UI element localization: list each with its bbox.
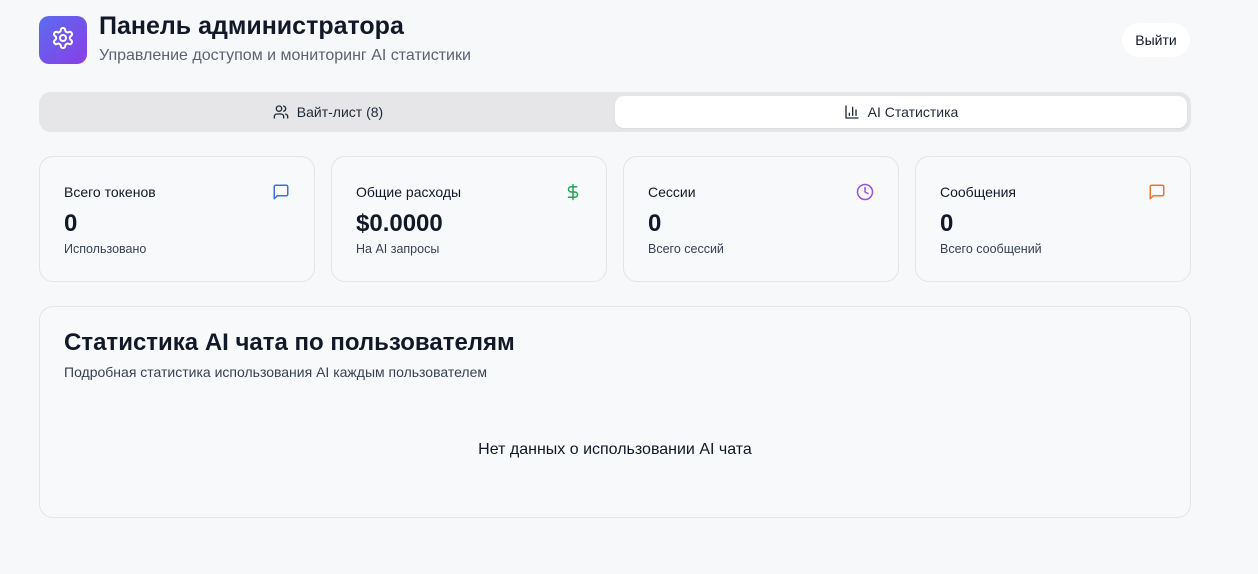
stat-card-caption: На AI запросы [356,242,440,256]
stat-card-sessions: Сессии 0 Всего сессий [623,156,899,282]
gear-icon [51,26,75,55]
stat-card-messages: Сообщения 0 Всего сообщений [915,156,1191,282]
stat-card-value: 0 [648,210,662,237]
stat-card-caption: Всего сообщений [940,242,1042,256]
empty-state-text: Нет данных о использовании AI чата [478,441,752,458]
tab-bar: Вайт-лист (8) AI Статистика [39,92,1191,132]
stat-card-caption: Всего сессий [648,242,724,256]
stat-card-title: Всего токенов [64,184,156,200]
message-square-icon [272,183,290,201]
message-square-icon [1148,183,1166,201]
tab-ai-stats-label: AI Статистика [867,104,959,120]
admin-page: Панель администратора Управление доступо… [0,0,1258,574]
dollar-icon [564,183,582,201]
panel-subtitle: Подробная статистика использования AI ка… [64,364,488,380]
stat-card-tokens: Всего токенов 0 Использовано [39,156,315,282]
bar-chart-icon [844,104,860,120]
user-stats-panel: Статистика AI чата по пользователям Подр… [39,306,1191,518]
page-title: Панель администратора [99,12,404,40]
stat-card-title: Сообщения [940,184,1016,200]
stat-card-value: $0.0000 [356,210,443,237]
logout-button[interactable]: Выйти [1122,23,1190,57]
users-icon [273,104,289,120]
page-subtitle: Управление доступом и мониторинг AI стат… [99,47,471,64]
stat-card-caption: Использовано [64,242,147,256]
panel-title: Статистика AI чата по пользователям [64,329,515,356]
stat-card-title: Общие расходы [356,184,462,200]
tab-ai-stats[interactable]: AI Статистика [615,96,1187,128]
stat-card-value: 0 [940,210,954,237]
clock-icon [856,183,874,201]
tab-waitlist[interactable]: Вайт-лист (8) [43,96,613,128]
admin-logo [39,16,87,64]
stat-card-value: 0 [64,210,78,237]
tab-waitlist-label: Вайт-лист (8) [296,104,384,120]
stat-card-costs: Общие расходы $0.0000 На AI запросы [331,156,607,282]
stat-card-title: Сессии [648,184,696,200]
